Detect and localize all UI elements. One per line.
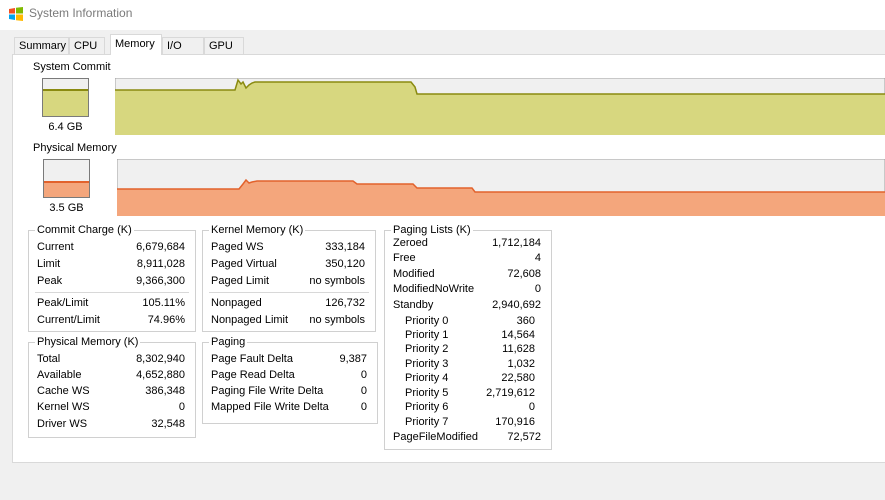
kernel-memory-title: Kernel Memory (K) — [209, 224, 306, 236]
paged-ws-row: Paged WS 333,184 — [211, 241, 365, 253]
priority-7-row: Priority 7 170,916 — [405, 416, 535, 428]
physical-memory-meter — [43, 159, 90, 198]
paging-title: Paging — [209, 336, 248, 348]
priority-2-row: Priority 2 11,628 — [405, 343, 535, 355]
nonpaged-limit-row: Nonpaged Limit no symbols — [211, 314, 365, 326]
paging-lists-title: Paging Lists (K) — [391, 224, 473, 236]
priority-3-row: Priority 3 1,032 — [405, 358, 535, 370]
paging-group: Paging Page Fault Delta 9,387 Page Read D… — [202, 336, 378, 424]
commit-peak-limit-row: Peak/Limit 105.11% — [37, 297, 185, 309]
page-fault-delta-row: Page Fault Delta 9,387 — [211, 353, 367, 365]
page-read-delta-row: Page Read Delta 0 — [211, 369, 367, 381]
physical-memory-title: Physical Memory (K) — [35, 336, 141, 348]
divider — [209, 292, 369, 293]
cache-ws-row: Cache WS 386,348 — [37, 385, 185, 397]
paged-virtual-row: Paged Virtual 350,120 — [211, 258, 365, 270]
driver-ws-row: Driver WS 32,548 — [37, 418, 185, 430]
tab-cpu[interactable]: CPU — [69, 37, 105, 54]
kernel-memory-group: Kernel Memory (K) Paged WS 333,184 Paged … — [202, 224, 376, 332]
priority-4-row: Priority 4 22,580 — [405, 372, 535, 384]
free-row: Free 4 — [393, 252, 541, 264]
physical-memory-meter-fill — [44, 181, 89, 197]
physical-memory-group: Physical Memory (K) Total 8,302,940 Avail… — [28, 336, 196, 438]
zeroed-row: Zeroed 1,712,184 — [393, 237, 541, 249]
physical-memory-history-graph — [117, 159, 885, 216]
divider — [35, 292, 189, 293]
modified-row: Modified 72,608 — [393, 268, 541, 280]
title-bar: System Information — [0, 0, 885, 30]
paging-lists-group: Paging Lists (K) Zeroed 1,712,184 Free 4 M… — [384, 224, 552, 450]
commit-charge-title: Commit Charge (K) — [35, 224, 134, 236]
priority-1-row: Priority 1 14,564 — [405, 329, 535, 341]
priority-5-row: Priority 5 2,719,612 — [405, 387, 535, 399]
paging-file-write-delta-row: Paging File Write Delta 0 — [211, 385, 367, 397]
paged-limit-row: Paged Limit no symbols — [211, 275, 365, 287]
priority-6-row: Priority 60 — [405, 401, 535, 413]
commit-peak-row: Peak 9,366,300 — [37, 275, 185, 287]
tab-summary[interactable]: Summary — [14, 37, 69, 54]
standby-row: Standby 2,940,692 — [393, 299, 541, 311]
commit-current-row: Current 6,679,684 — [37, 241, 185, 253]
system-commit-history-graph — [115, 78, 885, 135]
system-commit-label: System Commit — [33, 61, 111, 73]
commit-current-limit-row: Current/Limit 74.96% — [37, 314, 185, 326]
page-file-modified-row: PageFileModified 72,572 — [393, 431, 541, 443]
tab-memory[interactable]: Memory — [110, 34, 162, 55]
commit-limit-row: Limit 8,911,028 — [37, 258, 185, 270]
nonpaged-row: Nonpaged 126,732 — [211, 297, 365, 309]
priority-0-row: Priority 0 360 — [405, 315, 535, 327]
windows-logo-icon — [9, 7, 23, 21]
tab-gpu[interactable]: GPU — [204, 37, 244, 54]
mapped-file-write-delta-row: Mapped File Write Delta 0 — [211, 401, 367, 413]
window-title: System Information — [29, 6, 133, 20]
system-commit-value: 6.4 GB — [48, 121, 83, 133]
total-row: Total 8,302,940 — [37, 353, 185, 365]
system-commit-meter — [42, 78, 89, 117]
system-commit-meter-fill — [43, 89, 88, 116]
physical-memory-value: 3.5 GB — [49, 202, 84, 214]
available-row: Available 4,652,880 — [37, 369, 185, 381]
physical-memory-graph-label: Physical Memory — [33, 142, 117, 154]
modified-no-write-row: ModifiedNoWrite 0 — [393, 283, 541, 295]
kernel-ws-row: Kernel WS 0 — [37, 401, 185, 413]
tab-io[interactable]: I/O — [162, 37, 204, 54]
commit-charge-group: Commit Charge (K) Current 6,679,684 Limit… — [28, 224, 196, 332]
